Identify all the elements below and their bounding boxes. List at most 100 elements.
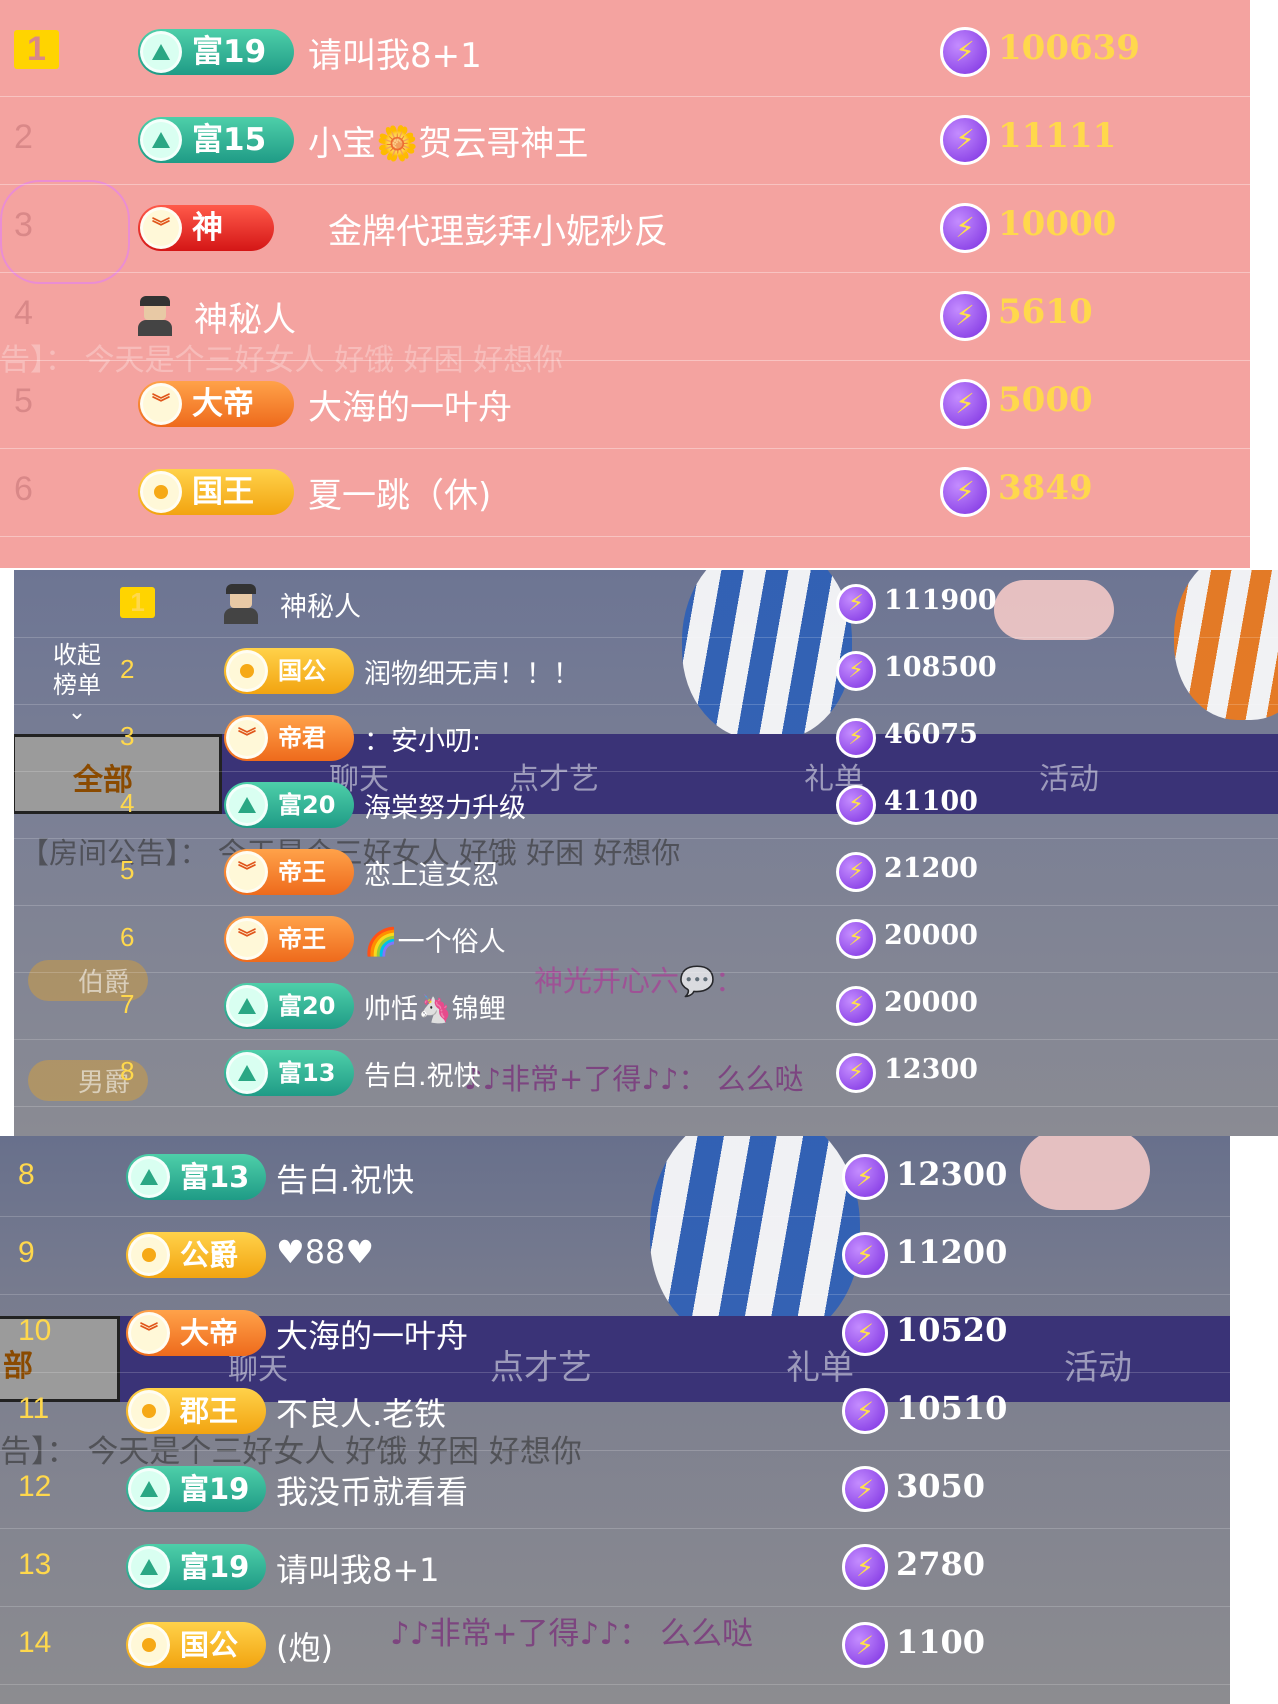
user-name[interactable]: ：安小叨: <box>364 719 481 758</box>
level-badge: ︾ 大帝 <box>126 1310 266 1356</box>
level-badge: ︾ 大帝 <box>138 381 294 427</box>
leaderboard-row[interactable]: 5 ︾ 大帝 大海的一叶舟 ⚡ 5000 <box>0 360 1250 449</box>
rank-number: 13 <box>18 1547 52 1581</box>
user-name[interactable]: 神秘人 <box>194 292 296 341</box>
rank-number: 1 <box>120 586 156 618</box>
leaderboard-row[interactable]: 12 富19 我没币就看看 ⚡ 3050 <box>0 1450 1230 1529</box>
user-name[interactable]: 请叫我8+1 <box>308 28 482 77</box>
leaderboard-row[interactable]: 11 郡王 不良人.老铁 ⚡ 10510 <box>0 1372 1230 1451</box>
level-badge: 富19 <box>126 1544 266 1590</box>
leaderboard-row[interactable]: 8 富13 告白.祝快 ⚡ 12300 <box>0 1138 1230 1217</box>
badge-label: 帝王 <box>278 924 326 953</box>
badge-label: 富19 <box>180 1550 250 1584</box>
level-badge: 富20 <box>224 781 354 828</box>
level-badge: 富20 <box>224 982 354 1029</box>
score-value: 5000 <box>998 380 1093 421</box>
lightning-bolt-icon: ⚡ <box>842 1622 888 1668</box>
level-badge: 富19 <box>126 1466 266 1512</box>
leaderboard-row[interactable]: 2 国公 润物细无声！！！ ⚡ 108500 <box>14 637 1278 705</box>
leaderboard-row[interactable]: 6 国王 夏一跳（休) ⚡ 3849 <box>0 448 1250 537</box>
score-value: 10000 <box>998 204 1117 245</box>
leaderboard-row[interactable]: 3 ︾ 神金牌代理彭拜小妮秒反 ⚡ 10000 <box>0 184 1250 273</box>
user-name[interactable]: ♥88♥ <box>276 1233 374 1271</box>
user-name[interactable]: 告白.祝快 <box>276 1155 414 1201</box>
user-name[interactable]: 润物细无声！！！ <box>364 652 580 691</box>
user-name[interactable]: 🌈一个俗人 <box>364 920 506 959</box>
lightning-bolt-icon: ⚡ <box>836 1052 876 1093</box>
user-name[interactable]: 不良人.老铁 <box>276 1389 446 1435</box>
badge-emblem-icon <box>226 1051 268 1094</box>
leaderboard-row[interactable]: 13 富19 请叫我8+1 ⚡ 2780 <box>0 1528 1230 1607</box>
lightning-bolt-icon: ⚡ <box>940 27 990 77</box>
leaderboard-row[interactable]: 14 国公 (炮) ⚡ 1100 <box>0 1606 1230 1685</box>
badge-label: 富13 <box>278 1058 336 1087</box>
leaderboard-row[interactable]: 3 ︾ 帝君 ：安小叨: ⚡ 46075 <box>14 704 1278 772</box>
lightning-bolt-icon: ⚡ <box>940 291 990 341</box>
level-badge: 富15 <box>138 117 294 163</box>
leaderboard-row[interactable]: 1 神秘人 ⚡ 111900 <box>14 570 1278 638</box>
badge-emblem-icon <box>128 1390 170 1432</box>
user-name[interactable]: 大海的一叶舟 <box>276 1311 468 1357</box>
leaderboard-row[interactable]: 4 富20 海棠努力升级 ⚡ 41100 <box>14 771 1278 839</box>
leaderboard-row[interactable]: 8 富13 告白.祝快 ⚡ 12300 <box>14 1039 1278 1107</box>
lightning-bolt-icon: ⚡ <box>836 851 876 892</box>
leaderboard-row[interactable]: 5 ︾ 帝王 恋上這女忍 ⚡ 21200 <box>14 838 1278 906</box>
leaderboard-row[interactable]: 2 富15 小宝🌼贺云哥神王 ⚡ 11111 <box>0 96 1250 185</box>
user-name[interactable]: 神秘人 <box>280 585 361 624</box>
badge-emblem-icon <box>140 31 182 73</box>
leaderboard-row[interactable]: 4 神秘人 ⚡ 5610 <box>0 272 1250 361</box>
user-name[interactable]: 大海的一叶舟 <box>308 380 512 429</box>
level-badge: ︾ 帝王 <box>224 848 354 895</box>
user-name[interactable]: 金牌代理彭拜小妮秒反 <box>328 204 668 253</box>
level-badge: 国公 <box>224 647 354 694</box>
badge-emblem-icon <box>140 471 182 513</box>
leaderboard-row[interactable]: 6 ︾ 帝王 🌈一个俗人 ⚡ 20000 <box>14 905 1278 973</box>
score-value: 108500 <box>884 651 997 683</box>
user-name[interactable]: 恋上這女忍 <box>364 853 499 892</box>
leaderboard-panel-bottom: 聊天 点才艺 礼单 活动 部 告】： 今天是个三好女人 好饿 好困 好想你 ♪♪… <box>0 1136 1230 1704</box>
rank-number: 4 <box>14 293 33 332</box>
score-value: 100639 <box>998 28 1140 69</box>
leaderboard-row[interactable]: 9 公爵 ♥88♥ ⚡ 11200 <box>0 1216 1230 1295</box>
rank-number: 10 <box>18 1313 52 1347</box>
lightning-bolt-icon: ⚡ <box>836 650 876 691</box>
badge-emblem-icon <box>128 1624 170 1666</box>
lightning-bolt-icon: ⚡ <box>836 784 876 825</box>
badge-label: 富19 <box>192 34 267 70</box>
user-name[interactable]: 帅恬🦄锦鲤 <box>364 987 506 1026</box>
score-value: 5610 <box>998 292 1093 333</box>
lightning-bolt-icon: ⚡ <box>940 115 990 165</box>
leaderboard-panel-top: 告】： 今天是个三好女人 好饿 好困 好想你 1 富19 请叫我8+1 ⚡ 100639… <box>0 0 1250 568</box>
user-name[interactable]: 我没币就看看 <box>276 1467 468 1513</box>
leaderboard-row[interactable]: 7 富20 帅恬🦄锦鲤 ⚡ 20000 <box>14 972 1278 1040</box>
badge-label: 国王 <box>192 474 254 510</box>
lightning-bolt-icon: ⚡ <box>836 918 876 959</box>
badge-emblem-icon <box>128 1234 170 1276</box>
user-name[interactable]: 小宝🌼贺云哥神王 <box>308 116 588 165</box>
badge-label: 帝君 <box>278 723 326 752</box>
badge-label: 大帝 <box>180 1316 239 1350</box>
badge-label: 富19 <box>180 1472 250 1506</box>
user-name[interactable]: 海棠努力升级 <box>364 786 526 825</box>
level-badge: 郡王 <box>126 1388 266 1434</box>
user-name[interactable]: 请叫我8+1 <box>276 1545 440 1591</box>
level-badge: 国王 <box>138 469 294 515</box>
rank-number: 14 <box>18 1625 52 1659</box>
badge-emblem-icon: ︾ <box>140 207 182 249</box>
badge-label: 富13 <box>180 1160 250 1194</box>
badge-emblem-icon <box>128 1468 170 1510</box>
badge-emblem-icon: ︾ <box>140 383 182 425</box>
rank-number: 8 <box>120 1055 135 1086</box>
score-value: 3050 <box>896 1466 986 1505</box>
badge-emblem-icon <box>226 649 268 692</box>
leaderboard-row[interactable]: 10 ︾ 大帝 大海的一叶舟 ⚡ 10520 <box>0 1294 1230 1373</box>
score-value: 10510 <box>896 1388 1008 1427</box>
score-value: 12300 <box>884 1053 978 1085</box>
user-name[interactable]: 夏一跳（休) <box>308 468 491 517</box>
score-value: 11200 <box>896 1232 1008 1271</box>
badge-emblem-icon: ︾ <box>226 850 268 893</box>
user-name[interactable]: (炮) <box>276 1623 333 1669</box>
lightning-bolt-icon: ⚡ <box>842 1310 888 1356</box>
user-name[interactable]: 告白.祝快 <box>364 1054 481 1093</box>
leaderboard-row[interactable]: 1 富19 请叫我8+1 ⚡ 100639 <box>0 8 1250 97</box>
